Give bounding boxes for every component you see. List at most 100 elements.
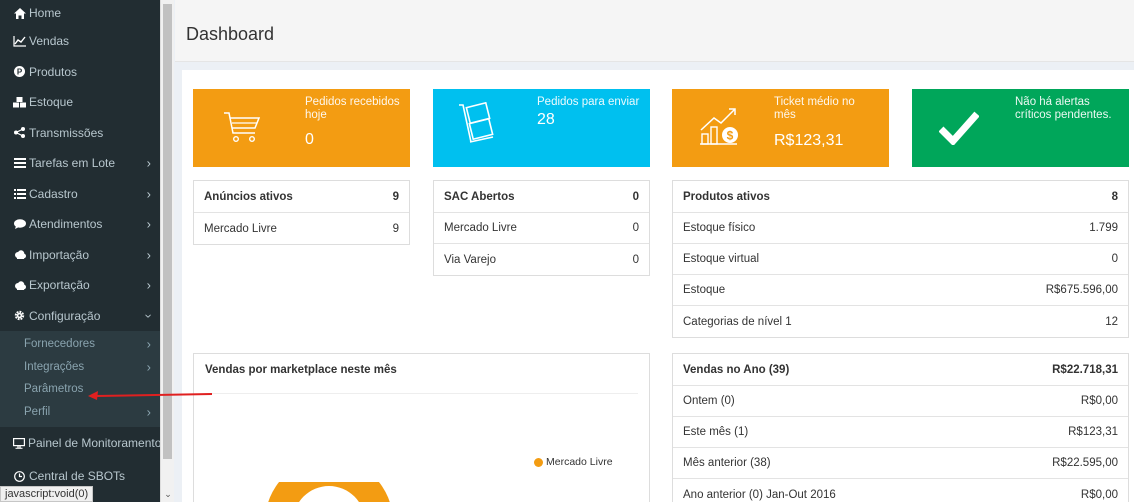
vendas-marketplace-chart-box: Vendas por marketplace neste mês Mercado… (193, 353, 650, 502)
row-value: R$675.596,00 (1045, 284, 1118, 296)
sidebar-item-label: Importação (29, 247, 90, 262)
row-value: 1.799 (1089, 222, 1118, 234)
sidebar-item-home[interactable]: Home (0, 0, 160, 26)
sidebar-item-label: Vendas (29, 34, 70, 49)
chevron-right-icon: › (146, 404, 151, 420)
sidebar-item-label: Central de SBOTs (29, 469, 126, 483)
submenu-item-label: Fornecedores (24, 338, 95, 351)
tile-label: Pedidos recebidos hoje (305, 96, 400, 121)
box-total: 9 (392, 190, 399, 203)
product-hunt-icon: P (13, 66, 26, 78)
table-row: Mercado Livre 9 (194, 213, 409, 244)
produtos-ativos-box: Produtos ativos 8 Estoque físico 1.799 E… (672, 180, 1129, 338)
home-icon (13, 7, 26, 19)
chart-legend-item[interactable]: Mercado Livre (534, 456, 613, 468)
chevron-right-icon: › (146, 186, 151, 202)
tile-value: 28 (537, 111, 555, 128)
sidebar-item-importacao[interactable]: Importação › (0, 240, 160, 271)
sidebar-item-exportacao[interactable]: Exportação › (0, 270, 160, 301)
table-row: Estoque virtual 0 (673, 244, 1128, 275)
sidebar-item-label: Transmissões (29, 125, 104, 140)
tile-pedidos-para-enviar[interactable]: Pedidos para enviar 28 (433, 89, 650, 167)
submenu-item-fornecedores[interactable]: Fornecedores › (0, 333, 160, 356)
row-label: Estoque (683, 284, 726, 296)
row-value: 0 (632, 222, 639, 234)
box-total: 0 (632, 190, 639, 203)
sac-header-row: SAC Abertos 0 (434, 181, 649, 213)
red-annotation-arrow-icon (88, 391, 213, 400)
main-area: Dashboard Pedidos recebidos hoje 0 Pedid… (175, 0, 1134, 502)
vendas-header-row: Vendas no Ano (39) R$22.718,31 (673, 354, 1128, 386)
configuracao-submenu: Fornecedores › Integrações › Parâmetros … (0, 331, 160, 427)
growth-money-icon: $ (697, 103, 741, 150)
sidebar-item-atendimentos[interactable]: Atendimentos › (0, 209, 160, 240)
row-value: 9 (392, 222, 399, 235)
sidebar-item-label: Home (29, 6, 62, 20)
sidebar-item-cadastro[interactable]: Cadastro › (0, 179, 160, 210)
chevron-right-icon: › (146, 277, 151, 293)
page-title: Dashboard (186, 24, 275, 44)
sidebar-item-label: Tarefas em Lote (29, 156, 116, 171)
sidebar-item-configuracao[interactable]: Configuração › (0, 301, 160, 332)
sidebar-item-label: Produtos (29, 64, 78, 79)
sidebar-item-painel-de-monitoramento[interactable]: Painel de Monitoramento (0, 427, 160, 459)
row-value: 12 (1105, 315, 1118, 328)
table-row: Mercado Livre 0 (434, 213, 649, 244)
sidebar-item-vendas[interactable]: Vendas (0, 26, 160, 57)
vendas-no-ano-box: Vendas no Ano (39) R$22.718,31 Ontem (0)… (672, 353, 1129, 502)
chart-divider (205, 393, 638, 394)
dolly-box-icon (458, 101, 494, 149)
scroll-down-arrow-icon[interactable]: ⌄ (161, 489, 175, 500)
row-value: R$22.595,00 (1052, 457, 1118, 469)
tile-alertas[interactable]: Não há alertas críticos pendentes. (912, 89, 1129, 167)
row-value: R$0,00 (1080, 395, 1118, 407)
row-label: Via Varejo (444, 253, 496, 266)
row-label: Estoque virtual (683, 253, 760, 265)
sidebar-item-transmissoes[interactable]: Transmissões (0, 118, 160, 149)
row-label: Este mês (1) (683, 426, 749, 438)
cloud-icon (13, 279, 26, 291)
produtos-header-row: Produtos ativos 8 (673, 181, 1128, 213)
donut-chart[interactable] (249, 482, 409, 502)
row-value: 0 (1111, 253, 1118, 265)
desktop-icon (13, 437, 25, 449)
submenu-item-perfil[interactable]: Perfil › (0, 401, 160, 424)
row-label: Mercado Livre (204, 222, 277, 235)
table-row: Mês anterior (38) R$22.595,00 (673, 448, 1128, 479)
svg-text:$: $ (727, 129, 734, 143)
tile-ticket-medio[interactable]: $ Ticket médio no mês R$123,31 (672, 89, 889, 167)
sidebar-scrollbar[interactable]: ⌄ (160, 0, 174, 502)
sidebar-item-label: Exportação (29, 278, 90, 293)
chevron-right-icon: › (146, 155, 151, 171)
table-row: Ano anterior (0) Jan-Out 2016 R$0,00 (673, 479, 1128, 502)
legend-label: Mercado Livre (546, 456, 613, 468)
tile-value: 0 (305, 131, 314, 148)
chart-title: Vendas por marketplace neste mês (205, 364, 397, 376)
sidebar-item-label: Atendimentos (29, 217, 103, 232)
table-row: Este mês (1) R$123,31 (673, 417, 1128, 448)
cloud-icon (13, 249, 26, 261)
row-label: Estoque físico (683, 222, 756, 234)
box-title: Produtos ativos (683, 190, 770, 203)
box-title: SAC Abertos (444, 190, 515, 203)
box-total: 8 (1111, 190, 1118, 203)
row-label: Mês anterior (38) (683, 457, 771, 469)
chevron-right-icon: › (146, 336, 151, 352)
share-icon (13, 127, 26, 139)
row-label: Ontem (0) (683, 395, 735, 407)
sidebar-item-produtos[interactable]: P Produtos (0, 57, 160, 88)
table-row: Estoque físico 1.799 (673, 213, 1128, 244)
row-value: R$123,31 (1068, 426, 1118, 438)
table-row: Categorias de nível 1 12 (673, 306, 1128, 337)
tile-label: Não há alertas críticos pendentes. (1015, 96, 1112, 121)
submenu-item-integracoes[interactable]: Integrações › (0, 356, 160, 379)
tile-pedidos-recebidos[interactable]: Pedidos recebidos hoje 0 (193, 89, 410, 167)
chevron-right-icon: › (146, 247, 151, 263)
page-header: Dashboard (175, 0, 1134, 62)
sidebar-item-tarefas-em-lote[interactable]: Tarefas em Lote › (0, 148, 160, 179)
sidebar-item-estoque[interactable]: Estoque (0, 87, 160, 118)
box-title: Anúncios ativos (204, 190, 293, 203)
anuncios-ativos-box: Anúncios ativos 9 Mercado Livre 9 (193, 180, 410, 245)
clock-icon (13, 470, 26, 482)
comment-icon (13, 218, 26, 230)
